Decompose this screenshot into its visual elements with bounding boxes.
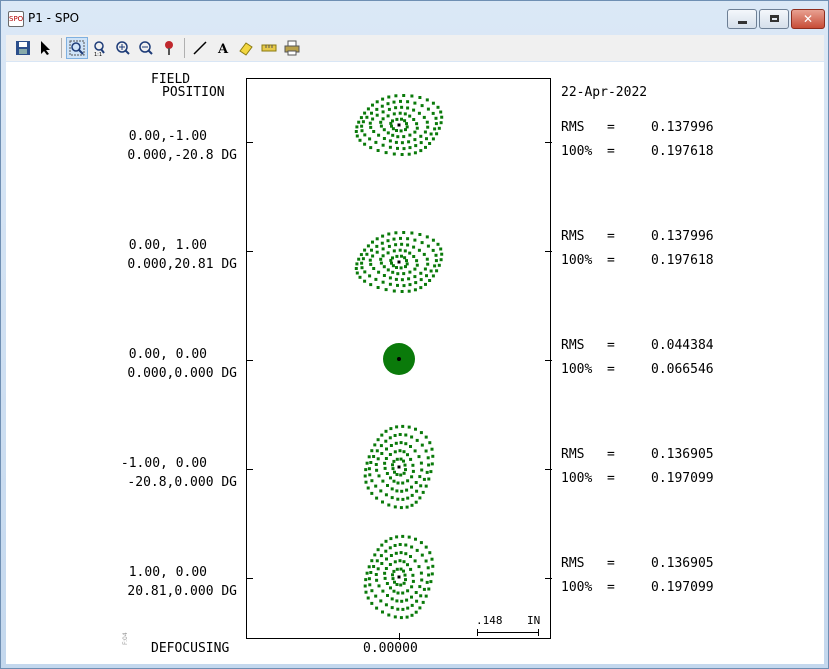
spot-diagram	[354, 94, 444, 156]
p100-equals: =	[607, 362, 615, 377]
spo-app-icon: SPO	[8, 11, 24, 27]
p100-equals: =	[607, 144, 615, 159]
rms-label: RMS	[561, 447, 585, 462]
defocusing-value: 0.00000	[363, 641, 418, 656]
rms-value: 0.136905	[651, 447, 714, 462]
rms-label: RMS	[561, 120, 585, 135]
toolbar-separator	[184, 38, 185, 58]
print-icon[interactable]	[281, 37, 303, 59]
zoom-fit-icon[interactable]: 1:1	[89, 37, 111, 59]
p100-value: 0.197618	[651, 253, 714, 268]
field-position: 0.00, 1.00	[128, 238, 207, 253]
close-icon: ✕	[802, 12, 814, 26]
rms-equals: =	[607, 229, 615, 244]
toolbar-separator	[61, 38, 62, 58]
rms-value: 0.136905	[651, 556, 714, 571]
p100-label: 100%	[561, 253, 593, 268]
defocus-tick	[399, 633, 400, 640]
left-tick	[246, 142, 253, 143]
p100-value: 0.197099	[651, 580, 714, 595]
scale-bar	[477, 632, 539, 633]
ruler-icon[interactable]	[258, 37, 280, 59]
p100-value: 0.066546	[651, 362, 714, 377]
spot-diagram	[354, 231, 444, 293]
p100-equals: =	[607, 580, 615, 595]
p100-label: 100%	[561, 471, 593, 486]
maximize-button[interactable]	[759, 9, 789, 29]
zoom-out-icon[interactable]	[135, 37, 157, 59]
field-angle: 20.81,0.000 DG	[127, 584, 237, 599]
field-angle: 0.000,0.000 DG	[127, 366, 237, 381]
scale-bar-end-left	[477, 629, 478, 636]
save-icon[interactable]	[12, 37, 34, 59]
rms-equals: =	[607, 556, 615, 571]
close-button[interactable]: ✕	[791, 9, 825, 29]
field-position: 1.00, 0.00	[128, 565, 207, 580]
field-position: 0.00, 0.00	[128, 347, 207, 362]
field-position: -1.00, 0.00	[120, 456, 207, 471]
text-icon[interactable]: A	[212, 37, 234, 59]
line-icon[interactable]	[189, 37, 211, 59]
scale-unit: IN	[527, 614, 541, 627]
rms-value: 0.137996	[651, 229, 714, 244]
p100-equals: =	[607, 471, 615, 486]
scale-value: .148	[476, 614, 503, 627]
p100-value: 0.197618	[651, 144, 714, 159]
p100-label: 100%	[561, 362, 593, 377]
scale-bar-end-right	[538, 629, 539, 636]
minimize-button[interactable]	[727, 9, 757, 29]
field-angle: 0.000,20.81 DG	[127, 257, 237, 272]
left-tick	[246, 360, 253, 361]
p100-equals: =	[607, 253, 615, 268]
p100-label: 100%	[561, 144, 593, 159]
p100-label: 100%	[561, 580, 593, 595]
plot-date: 22-Apr-2022	[561, 85, 648, 100]
minimize-icon	[738, 21, 747, 24]
left-tick	[246, 469, 253, 470]
spot-diagram	[383, 343, 415, 375]
svg-text:1:1: 1:1	[94, 52, 102, 56]
spot-diagram-window: SPO P1 - SPO ✕ 1:1 A FIELD POSITION 22-A…	[0, 0, 829, 669]
plot-canvas[interactable]: FIELD POSITION 22-Apr-2022 0.00,-1.00 0.0…	[6, 62, 824, 664]
rms-label: RMS	[561, 338, 585, 353]
left-tick	[246, 578, 253, 579]
rms-equals: =	[607, 338, 615, 353]
rms-label: RMS	[561, 229, 585, 244]
rms-value: 0.044384	[651, 338, 714, 353]
pointer-icon[interactable]	[35, 37, 57, 59]
toolbar: 1:1 A	[6, 35, 824, 61]
field-angle: -20.8,0.000 DG	[127, 475, 237, 490]
spot-diagram	[363, 534, 435, 620]
spot-diagram	[363, 424, 435, 510]
window-title: P1 - SPO	[28, 11, 80, 25]
rms-label: RMS	[561, 556, 585, 571]
field-header-line2: POSITION	[162, 85, 225, 100]
right-tick	[545, 360, 552, 361]
maximize-icon	[770, 15, 779, 22]
rms-value: 0.137996	[651, 120, 714, 135]
rms-equals: =	[607, 447, 615, 462]
eraser-icon[interactable]	[235, 37, 257, 59]
left-tick	[246, 251, 253, 252]
plot-stamp: F:04	[122, 632, 129, 645]
p100-value: 0.197099	[651, 471, 714, 486]
field-angle: 0.000,-20.8 DG	[127, 148, 237, 163]
svg-text:A: A	[217, 42, 229, 56]
pin-icon[interactable]	[158, 37, 180, 59]
right-tick	[545, 578, 552, 579]
defocusing-label: DEFOCUSING	[151, 641, 230, 656]
right-tick	[545, 142, 552, 143]
right-tick	[545, 251, 552, 252]
zoom-in-icon[interactable]	[112, 37, 134, 59]
zoom-box-icon[interactable]	[66, 37, 88, 59]
rms-equals: =	[607, 120, 615, 135]
title-bar[interactable]: SPO P1 - SPO ✕	[1, 1, 828, 35]
right-tick	[545, 469, 552, 470]
field-position: 0.00,-1.00	[128, 129, 207, 144]
